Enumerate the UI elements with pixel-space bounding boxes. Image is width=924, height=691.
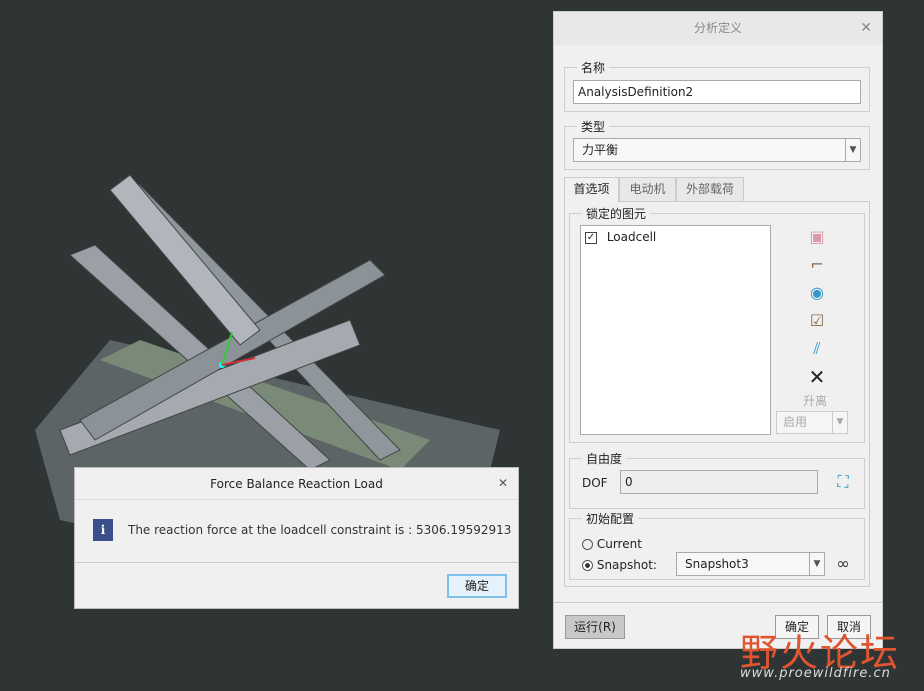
lock-connection-icon[interactable]: ☑: [806, 310, 828, 332]
dof-input: 0: [620, 470, 818, 494]
close-icon[interactable]: ✕: [498, 476, 508, 490]
lock-joint-icon[interactable]: ⌐: [806, 254, 828, 276]
radio-current[interactable]: Current: [582, 537, 642, 551]
separate-label: 升离: [803, 394, 828, 408]
type-group: 类型 力平衡 ▼: [564, 118, 870, 170]
dof-label: DOF: [582, 476, 608, 490]
lock-body-icon[interactable]: ▣: [806, 226, 828, 248]
lock-plane-icon[interactable]: ⫽: [806, 338, 828, 360]
divider: [75, 562, 518, 563]
radio-selected-icon: [582, 560, 593, 571]
current-label: Current: [596, 537, 642, 551]
name-group: 名称 AnalysisDefinition2: [564, 59, 870, 112]
analysis-definition-dialog: 分析定义 ✕ 名称 AnalysisDefinition2 类型 力平衡 ▼ 首…: [553, 11, 883, 649]
chevron-down-icon: ▼: [832, 412, 847, 433]
message-text: The reaction force at the loadcell const…: [128, 523, 512, 537]
snapshot-select[interactable]: Snapshot3 ▼: [676, 552, 825, 576]
message-ok-button[interactable]: 确定: [447, 574, 507, 598]
info-icon: i: [93, 519, 113, 541]
radio-snapshot[interactable]: Snapshot:: [582, 558, 657, 572]
divider: [554, 602, 882, 603]
locked-list[interactable]: ✓ Loadcell: [580, 225, 771, 435]
snapshot-label: Snapshot:: [596, 558, 657, 572]
chevron-down-icon: ▼: [809, 553, 824, 575]
force-balance-message-dialog: Force Balance Reaction Load ✕ i The reac…: [74, 467, 519, 609]
locked-label: 锁定的图元: [582, 205, 651, 222]
glasses-icon[interactable]: ∞: [832, 553, 854, 575]
close-icon[interactable]: ✕: [860, 20, 872, 36]
initial-config-group: 初始配置 Current Snapshot: Snapshot3 ▼ ∞: [569, 510, 865, 580]
name-label: 名称: [577, 59, 610, 76]
dof-group: 自由度 DOF 0 ⛶: [569, 450, 865, 509]
type-label: 类型: [577, 118, 610, 135]
tab-motors[interactable]: 电动机: [619, 177, 676, 201]
run-button[interactable]: 运行(R): [565, 615, 625, 639]
snapshot-value: Snapshot3: [685, 557, 749, 571]
chevron-down-icon: ▼: [845, 139, 860, 161]
delete-icon[interactable]: ✕: [806, 366, 828, 388]
tab-external-loads[interactable]: 外部载荷: [676, 177, 744, 201]
dof-calc-icon[interactable]: ⛶: [832, 471, 854, 493]
name-input[interactable]: AnalysisDefinition2: [573, 80, 861, 104]
tab-preferences[interactable]: 首选项: [564, 177, 619, 202]
radio-icon: [582, 539, 593, 550]
tab-area: 首选项 电动机 外部载荷 锁定的图元 ✓ Loadcell ▣ ⌐ ◉ ☑ ⫽ …: [564, 177, 870, 587]
enable-select[interactable]: 启用 ▼: [776, 411, 848, 434]
watermark-url: www.proewildfire.cn: [740, 666, 891, 681]
rod: [109, 174, 261, 346]
list-item[interactable]: ✓ Loadcell: [585, 230, 656, 244]
checkbox[interactable]: ✓: [585, 231, 597, 244]
type-value: 力平衡: [582, 143, 619, 157]
lock-point-icon[interactable]: ◉: [806, 282, 828, 304]
tab-content: 锁定的图元 ✓ Loadcell ▣ ⌐ ◉ ☑ ⫽ ✕ 升离 启用 ▼ 自由度 …: [564, 201, 870, 587]
init-label: 初始配置: [582, 510, 639, 527]
message-title: Force Balance Reaction Load: [75, 468, 518, 500]
locked-entities-group: 锁定的图元 ✓ Loadcell ▣ ⌐ ◉ ☑ ⫽ ✕ 升离 启用 ▼: [569, 205, 865, 443]
dialog-title: 分析定义: [554, 12, 882, 45]
dof-group-label: 自由度: [582, 450, 627, 467]
type-select[interactable]: 力平衡 ▼: [573, 138, 861, 162]
enable-value: 启用: [783, 415, 808, 429]
list-item-label: Loadcell: [606, 230, 657, 244]
